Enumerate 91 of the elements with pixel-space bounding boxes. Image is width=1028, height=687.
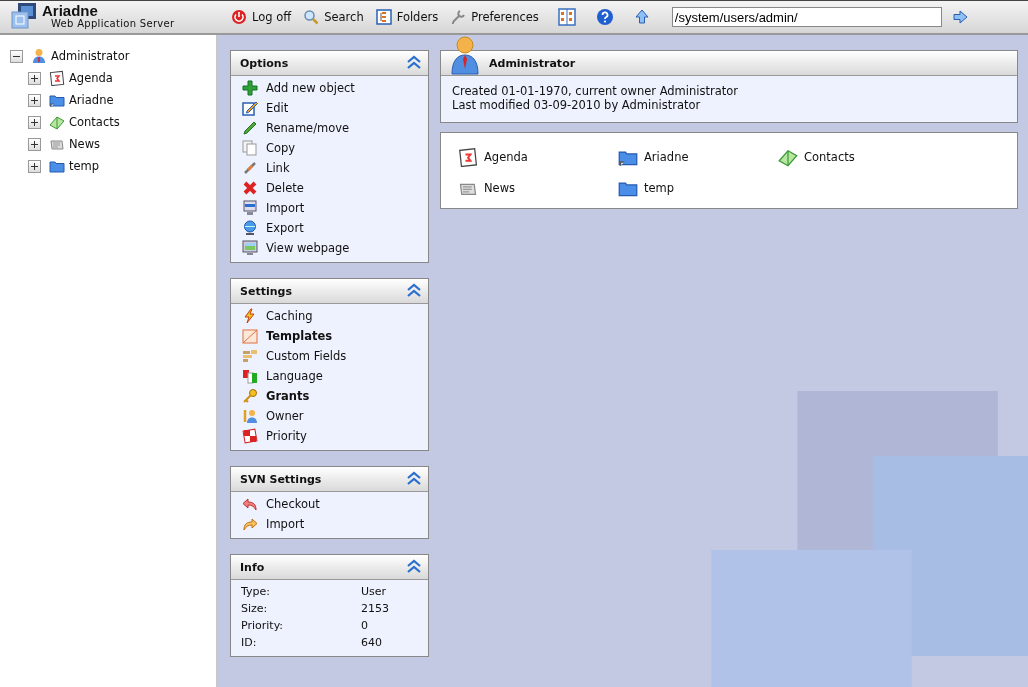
panel-title: Settings	[240, 284, 292, 298]
user-icon	[31, 48, 47, 64]
screen-icon	[242, 240, 258, 256]
lightning-icon	[242, 308, 258, 324]
link-icon	[242, 160, 258, 176]
calendar-icon	[458, 147, 478, 167]
pencil-icon	[242, 120, 258, 136]
menu-item[interactable]: Delete	[242, 178, 304, 198]
tree-item[interactable]: Ariadne	[69, 93, 114, 107]
user-icon	[451, 35, 479, 78]
collapse-button[interactable]	[406, 283, 422, 299]
collapse-button[interactable]	[406, 471, 422, 487]
panel-title: Options	[240, 56, 289, 70]
field-value: User	[361, 584, 388, 600]
fields-icon	[242, 348, 258, 364]
checkered-flag-icon	[242, 428, 258, 444]
app-title: Ariadne	[42, 4, 99, 17]
expand-toggle[interactable]	[28, 93, 41, 107]
copy-icon	[242, 140, 258, 156]
owner-icon	[242, 408, 258, 424]
menu-item[interactable]: Add new object	[242, 78, 355, 98]
field-label: Type:	[241, 584, 271, 600]
menu-item[interactable]: Link	[242, 158, 290, 178]
menu-item[interactable]: Edit	[242, 98, 289, 118]
expand-toggle[interactable]	[28, 159, 41, 173]
collapse-toggle[interactable]	[10, 49, 23, 63]
panel-title: Info	[240, 560, 265, 574]
tree-item[interactable]: Administrator	[51, 49, 130, 63]
field-value: 640	[361, 635, 383, 651]
log-off-button[interactable]: Log off	[228, 9, 301, 25]
monitor-icon	[242, 200, 258, 216]
menu-item[interactable]: Caching	[242, 306, 313, 326]
menu-item[interactable]: Rename/move	[242, 118, 350, 138]
globe-icon	[242, 220, 258, 236]
folder-icon	[49, 92, 65, 108]
tree-item[interactable]: temp	[69, 159, 100, 173]
object-info: Created 01-01-1970, current owner Administrator	[452, 84, 740, 98]
panel-title: SVN Settings	[240, 472, 322, 486]
calendar-icon	[49, 70, 65, 86]
key-icon	[242, 388, 258, 404]
folder-icon	[49, 158, 65, 174]
child-item[interactable]: Ariadne	[644, 150, 689, 164]
field-label: ID:	[241, 635, 258, 651]
folders-button[interactable]: Folders	[372, 9, 448, 25]
up-button[interactable]	[633, 9, 650, 25]
menu-item[interactable]: Checkout	[242, 494, 320, 514]
tree-item[interactable]: Contacts	[69, 115, 120, 129]
app-subtitle: Web Application Server	[50, 17, 175, 30]
field-value: 2153	[361, 601, 390, 617]
preferences-button[interactable]: Preferences	[447, 9, 548, 25]
menu-item[interactable]: Grants	[242, 386, 310, 406]
menu-item[interactable]: Owner	[242, 406, 304, 426]
menu-item[interactable]: Templates	[242, 326, 333, 346]
wrench-icon	[450, 9, 467, 25]
child-item[interactable]: News	[484, 181, 516, 195]
add-icon	[242, 80, 258, 96]
child-item[interactable]: temp	[644, 181, 675, 195]
menu-item[interactable]: Import	[242, 198, 305, 218]
collapse-button[interactable]	[406, 55, 422, 71]
expand-toggle[interactable]	[28, 71, 41, 85]
object-info: Last modified 03-09-2010 by Administrator	[452, 98, 702, 112]
power-icon	[231, 9, 247, 25]
curved-arrow-icon	[242, 516, 258, 532]
collapse-button[interactable]	[406, 559, 422, 575]
menu-item[interactable]: Copy	[242, 138, 296, 158]
flags-icon	[242, 368, 258, 384]
frames-button[interactable]	[557, 8, 576, 26]
field-label: Priority:	[241, 618, 285, 634]
menu-item[interactable]: Custom Fields	[242, 346, 347, 366]
address-field[interactable]: /system/users/admin/	[671, 7, 942, 27]
field-label: Size:	[241, 601, 269, 617]
menu-item[interactable]: Export	[242, 218, 304, 238]
tree-item[interactable]: News	[69, 137, 101, 151]
delete-icon	[242, 180, 258, 196]
menu-item[interactable]: Import	[242, 514, 305, 534]
help-button[interactable]	[595, 8, 614, 26]
menu-item[interactable]: Language	[242, 366, 323, 386]
child-item[interactable]: Contacts	[804, 150, 855, 164]
go-button[interactable]	[951, 9, 968, 25]
object-title: Administrator	[489, 56, 576, 70]
search-icon	[303, 9, 320, 25]
menu-item[interactable]: Priority	[242, 426, 307, 446]
edit-icon	[242, 100, 258, 116]
expand-toggle[interactable]	[28, 115, 41, 129]
expand-toggle[interactable]	[28, 137, 41, 151]
search-button[interactable]: Search	[300, 9, 373, 25]
menu-item[interactable]: View webpage	[242, 238, 350, 258]
field-value: 0	[361, 618, 369, 634]
child-item[interactable]: Agenda	[484, 150, 528, 164]
curved-arrow-icon	[242, 496, 258, 512]
tree-item[interactable]: Agenda	[69, 71, 113, 85]
